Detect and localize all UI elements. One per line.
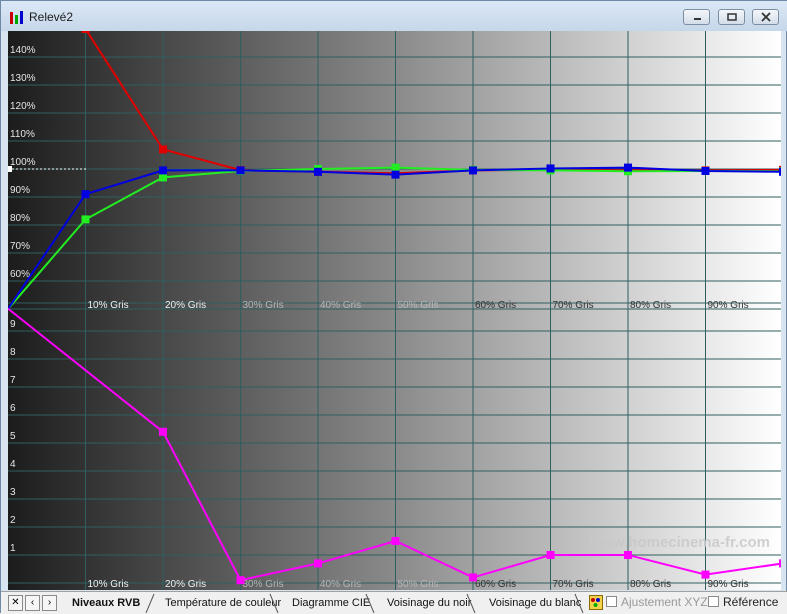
data-point	[546, 164, 555, 173]
data-point	[779, 559, 781, 568]
x-tick-label: 60% Gris	[475, 300, 516, 311]
close-button[interactable]	[752, 9, 779, 25]
x-tick-label: 10% Gris	[88, 579, 129, 590]
data-point	[81, 215, 90, 224]
minimize-icon	[694, 18, 701, 20]
data-point	[81, 190, 90, 199]
y-tick-label: 8	[10, 347, 16, 358]
y-tick-label: 9	[10, 319, 16, 330]
x-tick-label: 80% Gris	[630, 579, 671, 590]
x-tick-label: 80% Gris	[630, 300, 671, 311]
data-point	[159, 173, 167, 182]
next-tab-button[interactable]: ›	[42, 595, 57, 611]
tab-separator	[574, 593, 584, 613]
reference-label: Référence	[723, 595, 779, 609]
tab-niveaux-rvb[interactable]: Niveaux RVB	[72, 593, 140, 613]
y-tick-label: 6	[10, 403, 16, 414]
tab-diagramme-cie[interactable]: Diagramme CIE	[292, 593, 370, 613]
first-tab-button[interactable]: ✕	[8, 595, 23, 611]
x-tick-label: 50% Gris	[398, 579, 439, 590]
tab-temperature-de-couleur[interactable]: Température de couleur	[165, 593, 281, 613]
data-point	[81, 31, 90, 33]
close-icon	[761, 12, 771, 22]
watermark: www.homecinema-fr.com	[589, 534, 770, 551]
x-tick-label: 40% Gris	[320, 300, 361, 311]
x-tick-label: 30% Gris	[243, 300, 284, 311]
y-tick-label: 120%	[10, 101, 36, 112]
x-tick-label: 50% Gris	[398, 300, 439, 311]
tab-separator	[269, 593, 279, 613]
tab-bar: ✕ ‹ › Niveaux RVB Température de couleur…	[1, 591, 787, 614]
data-point	[624, 163, 632, 172]
data-point	[624, 551, 632, 559]
data-point	[701, 166, 710, 175]
data-point	[159, 166, 167, 175]
palette-icon[interactable]	[589, 595, 603, 610]
x-tick-label: 90% Gris	[708, 300, 749, 311]
x-tick-label: 40% Gris	[320, 579, 361, 590]
x-tick-label: 30% Gris	[243, 579, 284, 590]
minimize-button[interactable]	[683, 9, 710, 25]
y-tick-label: 2	[10, 515, 16, 526]
data-point	[546, 551, 555, 559]
x-tick-label: 90% Gris	[708, 579, 749, 590]
ajustement-xyz-label: Ajustement XYZ	[621, 595, 708, 609]
y-tick-label: 110%	[10, 129, 35, 140]
data-point	[236, 166, 245, 175]
y-tick-label: 3	[10, 487, 16, 498]
y-tick-label: 60%	[10, 269, 30, 280]
chart-area: 140% 130% 120% 110% 100% 90% 80% 70% 60% 9 8 7 6 5 4 3 2…	[8, 31, 781, 590]
x-tick-label: 20% Gris	[165, 579, 206, 590]
x-tick-label: 20% Gris	[165, 300, 206, 311]
y-tick-label: 1	[10, 543, 16, 554]
ajustement-xyz-checkbox[interactable]	[606, 596, 617, 607]
y-tick-label: 4	[10, 459, 16, 470]
bar-chart-icon	[10, 11, 23, 24]
window-title: Relevé2	[29, 10, 74, 24]
x-tick-label: 70% Gris	[553, 300, 594, 311]
x-tick-label: 10% Gris	[88, 300, 129, 311]
data-point	[701, 570, 710, 579]
y-tick-label: 80%	[10, 213, 30, 224]
data-point	[236, 576, 245, 585]
x-tick-label: 60% Gris	[475, 579, 516, 590]
tab-separator	[145, 593, 155, 613]
y-tick-label: 100%	[10, 157, 36, 168]
y-tick-label: 90%	[10, 185, 30, 196]
x-tick-label: 70% Gris	[553, 579, 594, 590]
data-point	[391, 163, 400, 172]
data-point	[469, 573, 477, 582]
data-point	[469, 166, 477, 175]
data-point	[159, 145, 167, 154]
tab-voisinage-du-blanc[interactable]: Voisinage du blanc	[489, 593, 581, 613]
app-window: Relevé2 140% 130% 120% 110% 100% 90% 80% 70% 60%…	[0, 0, 787, 614]
y-tick-label: 140%	[10, 45, 36, 56]
data-point	[779, 167, 781, 176]
maximize-icon	[727, 13, 737, 21]
data-point	[391, 537, 400, 545]
reference-checkbox[interactable]	[708, 596, 719, 607]
y-tick-label: 130%	[10, 73, 36, 84]
data-point	[314, 559, 322, 568]
tab-separator	[466, 593, 476, 613]
data-point	[159, 427, 167, 436]
rgb-levels-chart: 140% 130% 120% 110% 100% 90% 80% 70% 60% 9 8 7 6 5 4 3 2…	[8, 31, 781, 590]
tab-separator	[365, 593, 375, 613]
y-tick-label: 7	[10, 375, 16, 386]
maximize-button[interactable]	[718, 9, 745, 25]
data-point	[314, 167, 322, 176]
y-tick-label: 70%	[10, 241, 30, 252]
y-tick-label: 5	[10, 431, 16, 442]
data-point	[391, 170, 400, 179]
title-bar: Relevé2	[1, 1, 787, 31]
tab-voisinage-du-noir[interactable]: Voisinage du noir	[387, 593, 471, 613]
prev-tab-button[interactable]: ‹	[25, 595, 40, 611]
